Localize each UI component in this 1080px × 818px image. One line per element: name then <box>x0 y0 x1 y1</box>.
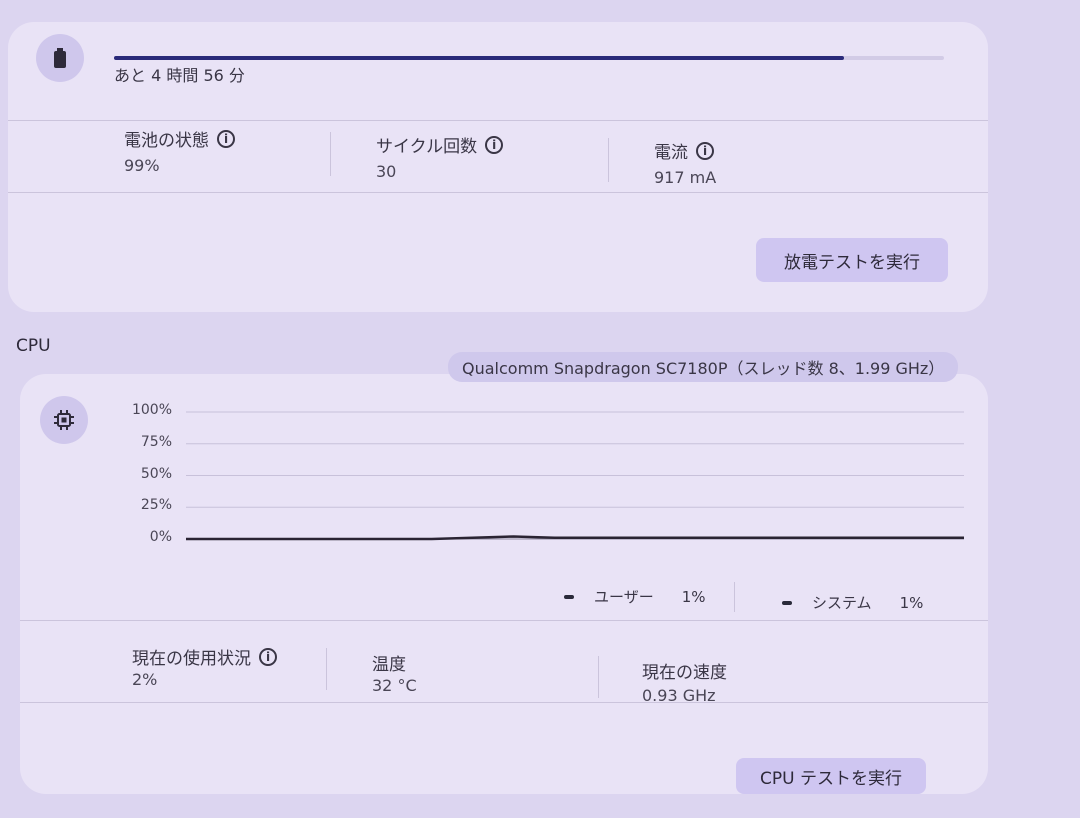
y-tick-label: 25% <box>140 497 172 513</box>
legend-system: システム 1% <box>782 592 923 613</box>
legend-divider <box>734 582 735 612</box>
series-line-ユーザー <box>186 535 964 541</box>
cpu-section-title: CPU <box>16 336 51 356</box>
battery-level-track <box>114 56 944 60</box>
cpu-icon-container <box>40 396 88 444</box>
cpu-stat-divider <box>598 656 599 698</box>
cpu-divider-bottom <box>20 702 988 703</box>
legend-swatch <box>564 594 574 599</box>
cpu-usage-chart <box>186 411 964 541</box>
battery-health-value: 99% <box>124 156 160 175</box>
info-icon[interactable]: i <box>259 647 277 666</box>
battery-icon-container <box>36 34 84 82</box>
cycle-count-value: 30 <box>376 162 397 181</box>
cycle-count-label: サイクル回数 i <box>376 132 504 157</box>
y-tick-label: 50% <box>140 466 172 482</box>
cpu-chip-icon <box>54 410 74 430</box>
legend-system-label: システム <box>812 594 872 612</box>
battery-time-remaining: あと 4 時間 56 分 <box>114 66 245 85</box>
current-usage-value: 2% <box>132 670 158 689</box>
cpu-stat-divider <box>326 648 327 690</box>
run-cpu-test-button[interactable]: CPU テストを実行 <box>736 758 926 794</box>
y-tick-label: 0% <box>149 529 172 545</box>
legend-swatch <box>782 600 792 605</box>
battery-icon <box>54 48 66 68</box>
info-icon[interactable]: i <box>696 141 714 160</box>
y-tick-label: 75% <box>140 434 172 450</box>
cpu-divider-top <box>20 620 988 621</box>
current-label: 電流 i <box>654 138 714 163</box>
battery-stat-divider <box>330 132 331 176</box>
info-icon[interactable]: i <box>217 129 235 148</box>
temperature-label: 温度 <box>372 655 406 675</box>
temperature-value: 32 °C <box>372 676 417 695</box>
battery-level-fill <box>114 56 845 60</box>
battery-health-label: 電池の状態 i <box>124 126 235 151</box>
battery-stat-divider <box>608 138 609 182</box>
battery-divider-bottom <box>8 192 988 193</box>
legend-user-value: 1% <box>681 587 706 606</box>
legend-system-value: 1% <box>899 593 924 612</box>
current-speed-label: 現在の速度 <box>642 663 727 683</box>
battery-card: あと 4 時間 56 分 電池の状態 i 99% サイクル回数 i 30 電流 … <box>8 22 988 312</box>
legend-user: ユーザー 1% <box>564 586 706 607</box>
legend-user-label: ユーザー <box>594 588 654 606</box>
run-discharge-test-button[interactable]: 放電テストを実行 <box>756 238 948 282</box>
current-value: 917 mA <box>654 168 717 187</box>
processor-info-chip: Qualcomm Snapdragon SC7180P（スレッド数 8、1.99… <box>448 352 959 382</box>
current-usage-label: 現在の使用状況 i <box>132 644 277 669</box>
info-icon[interactable]: i <box>485 135 504 154</box>
y-tick-label: 100% <box>131 402 172 418</box>
cpu-card: 100% 75% 50% 25% 0% ユーザー 1% システム 1% 現在の使… <box>20 374 988 794</box>
battery-divider-top <box>8 120 988 121</box>
